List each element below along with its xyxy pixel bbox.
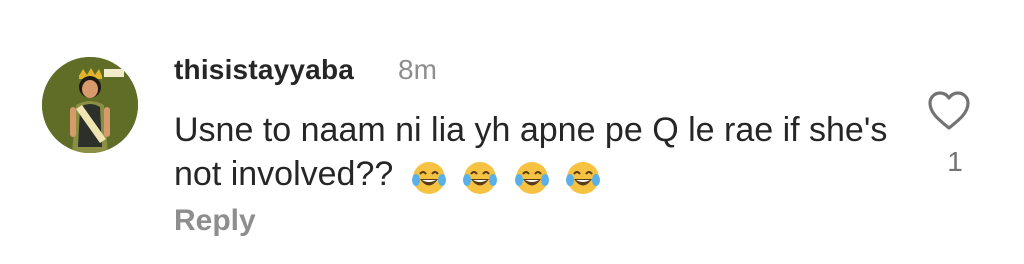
reply-button[interactable]: Reply: [174, 204, 256, 238]
tears-of-joy-emoji-icon: [566, 162, 601, 195]
comment-username[interactable]: thisistayyaba: [174, 54, 354, 86]
comment-text-block: Usne to naam ni lia yh apne pe Q le rae …: [174, 108, 894, 198]
avatar-illustration: [42, 57, 138, 153]
tears-of-joy-emoji-icon: [463, 162, 498, 195]
tears-of-joy-emoji-icon: [411, 162, 446, 195]
emoji-row: [411, 154, 607, 198]
like-count: 1: [947, 146, 963, 177]
heart-outline-icon: [928, 91, 970, 130]
like-button[interactable]: [926, 90, 972, 132]
comment-timestamp: 8m: [398, 54, 437, 85]
comment-item: thisistayyaba 8m Usne to naam ni lia yh …: [0, 0, 1024, 264]
user-avatar[interactable]: [42, 57, 138, 153]
tears-of-joy-emoji-icon: [514, 162, 549, 195]
